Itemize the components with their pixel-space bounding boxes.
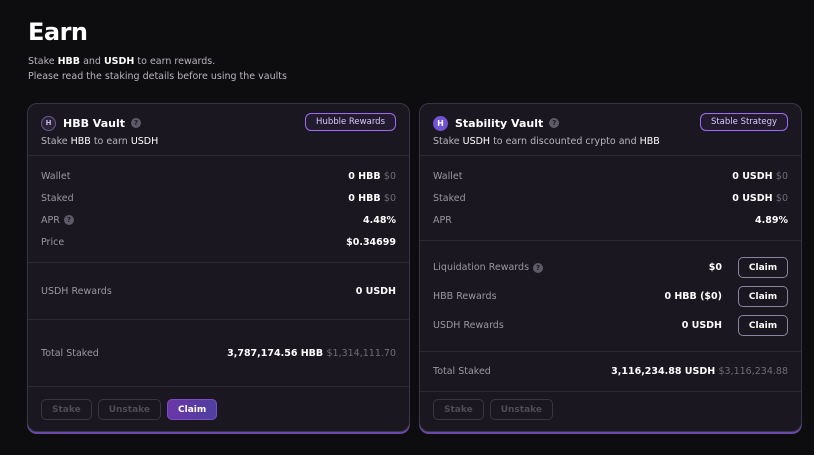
- help-icon[interactable]: ?: [63, 215, 74, 225]
- stake-button[interactable]: Stake: [433, 399, 484, 420]
- subtitle-hbb: HBB: [57, 56, 81, 67]
- stability-rewards-section: Liquidation Rewards? $0 Claim HBB Rewards…: [420, 241, 801, 352]
- stat-label: Staked: [433, 192, 466, 204]
- unstake-button[interactable]: Unstake: [97, 399, 162, 420]
- hbb-actions: Stake Unstake Claim: [28, 388, 409, 431]
- reward-label: USDH Rewards: [433, 320, 504, 331]
- hubble-rewards-badge[interactable]: Hubble Rewards: [305, 113, 396, 131]
- usdh-logo-icon: H: [433, 115, 448, 131]
- help-icon[interactable]: ?: [549, 118, 560, 128]
- hbb-vault-card: H HBB Vault ? Hubble Rewards Stake HBB t…: [27, 103, 410, 432]
- stat-value: 0 USDH: [732, 170, 773, 182]
- reward-value: $0: [708, 262, 722, 273]
- total-label: Total Staked: [433, 366, 491, 377]
- desc-text: Stake: [433, 136, 463, 147]
- stability-vault-card: H Stability Vault ? Stable Strategy Stak…: [419, 103, 802, 432]
- hbb-vault-title: HBB Vault: [63, 116, 125, 130]
- stat-value: 0 HBB: [348, 170, 381, 182]
- stat-value: 4.89%: [755, 214, 788, 226]
- stat-label: Staked: [41, 192, 74, 204]
- help-icon[interactable]: ?: [533, 262, 544, 273]
- page-subtitle: Stake HBB and USDH to earn rewards. Plea…: [28, 54, 287, 84]
- hbb-logo-icon: H: [41, 115, 56, 131]
- stat-value: 4.48%: [363, 214, 396, 226]
- total-value: 3,116,234.88 USDH: [611, 366, 716, 377]
- desc-text: Stake: [41, 136, 71, 147]
- stability-actions: Stake Unstake: [420, 388, 801, 431]
- total-staked-row: Total Staked 3,116,234.88 USDH $3,116,23…: [433, 361, 788, 383]
- total-usd: $1,314,111.70: [326, 347, 396, 359]
- subtitle-text: and: [80, 56, 104, 67]
- total-staked-row: Total Staked 3,787,174.56 HBB $1,314,111…: [41, 342, 396, 364]
- stat-usd: $0: [383, 170, 396, 182]
- stability-vault-description: Stake USDH to earn discounted crypto and…: [433, 136, 789, 147]
- unstake-button[interactable]: Unstake: [489, 399, 554, 420]
- claim-hbb-button[interactable]: Claim: [738, 286, 788, 307]
- hbb-vault-description: Stake HBB to earn USDH: [41, 136, 397, 147]
- subtitle-usdh: USDH: [103, 56, 135, 67]
- stat-label: Wallet: [433, 170, 463, 182]
- stat-row-apr: APR 4.89%: [433, 209, 788, 231]
- reward-label: HBB Rewards: [433, 291, 497, 302]
- stat-row-staked: Staked 0 HBB $0: [41, 187, 396, 209]
- stat-usd: $0: [383, 192, 396, 204]
- reward-row-hbb: HBB Rewards 0 HBB ($0) Claim: [433, 282, 788, 311]
- stat-value: 0 HBB: [348, 192, 381, 204]
- earn-page: Earn Stake HBB and USDH to earn rewards.…: [0, 0, 814, 455]
- total-value: 3,787,174.56 HBB: [227, 347, 324, 359]
- claim-liquidation-button[interactable]: Claim: [738, 257, 788, 278]
- stat-usd: $0: [775, 192, 788, 204]
- desc-token: HBB: [70, 136, 91, 147]
- stat-label: APR: [433, 214, 452, 226]
- desc-text: to earn: [90, 136, 131, 147]
- stake-button[interactable]: Stake: [41, 399, 92, 420]
- stat-label: Wallet: [41, 170, 71, 182]
- stat-label: APR: [41, 214, 60, 226]
- page-title: Earn: [28, 18, 88, 46]
- stat-row-staked: Staked 0 USDH $0: [433, 187, 788, 209]
- reward-row-usdh: USDH Rewards 0 USDH: [41, 280, 396, 302]
- stability-vault-header: H Stability Vault ? Stable Strategy Stak…: [420, 104, 801, 156]
- desc-text: to earn discounted crypto and: [490, 136, 640, 147]
- subtitle-text: Stake: [28, 56, 58, 67]
- stable-strategy-badge[interactable]: Stable Strategy: [699, 113, 788, 131]
- reward-value: 0 USDH: [681, 320, 722, 331]
- stability-total-section: Total Staked 3,116,234.88 USDH $3,116,23…: [420, 352, 801, 392]
- reward-label: Liquidation Rewards: [433, 262, 530, 273]
- reward-row-liquidation: Liquidation Rewards? $0 Claim: [433, 253, 788, 282]
- stat-label: Price: [41, 236, 65, 248]
- desc-reward: USDH: [130, 136, 159, 147]
- stat-value: 0 USDH: [732, 192, 773, 204]
- hbb-rewards-section: USDH Rewards 0 USDH: [28, 263, 409, 320]
- claim-usdh-button[interactable]: Claim: [738, 315, 788, 336]
- hbb-total-section: Total Staked 3,787,174.56 HBB $1,314,111…: [28, 320, 409, 387]
- subtitle-text: to earn rewards.: [134, 56, 216, 67]
- stability-stats-section: Wallet 0 USDH $0 Staked 0 USDH $0 APR 4.…: [420, 156, 801, 241]
- stat-row-price: Price $0.34699: [41, 231, 396, 253]
- reward-label: USDH Rewards: [41, 285, 112, 297]
- desc-reward: HBB: [639, 136, 660, 147]
- stat-usd: $0: [775, 170, 788, 182]
- help-icon[interactable]: ?: [131, 118, 141, 128]
- desc-token: USDH: [462, 136, 491, 147]
- subtitle-line2: Please read the staking details before u…: [28, 71, 287, 82]
- reward-value: 0 USDH: [355, 285, 396, 297]
- reward-row-usdh: USDH Rewards 0 USDH Claim: [433, 311, 788, 340]
- stat-row-apr: APR? 4.48%: [41, 209, 396, 231]
- stat-value: $0.34699: [346, 236, 396, 248]
- stability-vault-title: Stability Vault: [455, 116, 544, 130]
- claim-button[interactable]: Claim: [167, 399, 218, 420]
- total-label: Total Staked: [41, 347, 99, 359]
- reward-value: 0 HBB ($0): [664, 291, 722, 302]
- stat-row-wallet: Wallet 0 USDH $0: [433, 165, 788, 187]
- hbb-vault-header: H HBB Vault ? Hubble Rewards Stake HBB t…: [28, 104, 409, 156]
- hbb-stats-section: Wallet 0 HBB $0 Staked 0 HBB $0 APR? 4.4…: [28, 156, 409, 263]
- stat-row-wallet: Wallet 0 HBB $0: [41, 165, 396, 187]
- total-usd: $3,116,234.88: [718, 366, 788, 377]
